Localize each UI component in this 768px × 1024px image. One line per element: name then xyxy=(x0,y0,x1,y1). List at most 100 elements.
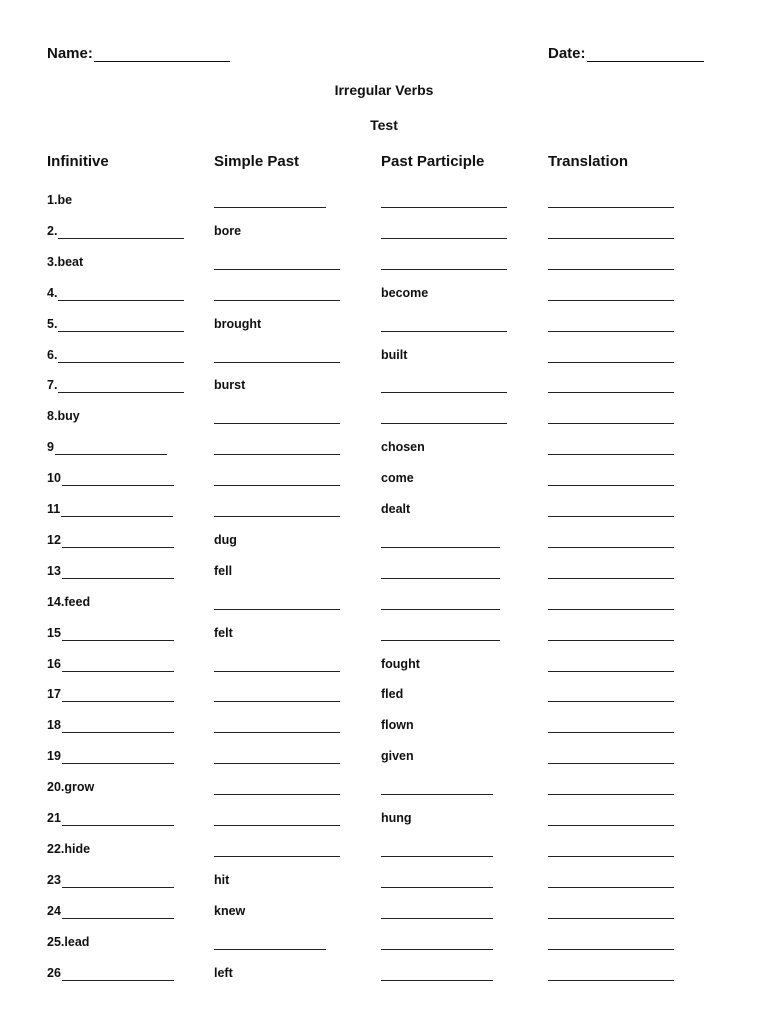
cell-past-participle xyxy=(381,959,493,981)
cell-infinitive: 21 xyxy=(47,804,174,826)
cell-simple-past: brought xyxy=(214,310,261,332)
answer-blank[interactable] xyxy=(381,563,500,579)
answer-blank[interactable] xyxy=(548,748,674,765)
answer-blank[interactable] xyxy=(214,686,340,703)
answer-blank[interactable] xyxy=(381,841,493,857)
cell-infinitive: 26 xyxy=(47,959,174,981)
answer-blank[interactable] xyxy=(61,903,174,919)
answer-blank[interactable] xyxy=(381,223,507,239)
answer-blank[interactable] xyxy=(548,254,674,270)
answer-blank[interactable] xyxy=(214,656,340,672)
answer-blank[interactable] xyxy=(548,934,674,950)
answer-blank[interactable] xyxy=(61,470,174,487)
answer-blank[interactable] xyxy=(548,439,674,456)
answer-blank[interactable] xyxy=(214,810,340,826)
cell-infinitive: 13 xyxy=(47,557,174,579)
name-blank[interactable] xyxy=(93,47,230,62)
answer-blank[interactable] xyxy=(548,532,674,548)
answer-blank[interactable] xyxy=(548,872,674,888)
answer-blank[interactable] xyxy=(381,903,493,919)
answer-blank[interactable] xyxy=(214,934,326,950)
answer-blank[interactable] xyxy=(61,656,174,672)
answer-blank[interactable] xyxy=(381,965,493,981)
answer-blank[interactable] xyxy=(61,748,174,765)
date-blank[interactable] xyxy=(586,47,704,62)
answer-blank[interactable] xyxy=(548,470,674,487)
answer-blank[interactable] xyxy=(381,316,507,332)
answer-blank[interactable] xyxy=(548,656,674,672)
answer-blank[interactable] xyxy=(381,872,493,888)
cell-infinitive: 18 xyxy=(47,711,174,734)
answer-blank[interactable] xyxy=(381,192,507,208)
row-number: 3. xyxy=(47,254,58,269)
cell-translation xyxy=(548,495,674,517)
answer-blank[interactable] xyxy=(58,347,185,363)
answer-blank[interactable] xyxy=(61,563,174,579)
answer-blank[interactable] xyxy=(548,965,674,981)
answer-blank[interactable] xyxy=(548,285,674,301)
answer-blank[interactable] xyxy=(61,717,174,734)
answer-blank[interactable] xyxy=(214,192,326,208)
answer-blank[interactable] xyxy=(548,223,674,239)
answer-blank[interactable] xyxy=(54,439,167,456)
answer-blank[interactable] xyxy=(548,841,674,857)
answer-blank[interactable] xyxy=(548,501,674,517)
answer-blank[interactable] xyxy=(548,717,674,734)
answer-blank[interactable] xyxy=(214,748,340,765)
answer-blank[interactable] xyxy=(214,841,340,857)
answer-blank[interactable] xyxy=(381,594,500,610)
table-row: 9 chosen xyxy=(0,433,768,464)
cell-translation xyxy=(548,248,674,270)
answer-blank[interactable] xyxy=(61,686,174,703)
answer-blank[interactable] xyxy=(58,316,185,332)
answer-blank[interactable] xyxy=(214,594,340,610)
answer-blank[interactable] xyxy=(214,347,340,363)
answer-blank[interactable] xyxy=(381,532,500,548)
answer-blank[interactable] xyxy=(214,439,340,456)
answer-blank[interactable] xyxy=(58,285,185,301)
answer-blank[interactable] xyxy=(61,501,174,517)
answer-blank[interactable] xyxy=(548,408,674,425)
answer-blank[interactable] xyxy=(381,625,500,641)
cell-simple-past xyxy=(214,248,340,270)
answer-blank[interactable] xyxy=(58,223,185,239)
answer-blank[interactable] xyxy=(381,408,507,425)
answer-blank[interactable] xyxy=(214,779,340,796)
answer-blank[interactable] xyxy=(548,347,674,363)
answer-blank[interactable] xyxy=(381,377,507,394)
answer-blank[interactable] xyxy=(548,903,674,919)
answer-blank[interactable] xyxy=(548,625,674,641)
answer-blank[interactable] xyxy=(381,779,493,796)
answer-blank[interactable] xyxy=(548,316,674,332)
answer-blank[interactable] xyxy=(381,934,493,950)
answer-blank[interactable] xyxy=(381,254,507,270)
answer-blank[interactable] xyxy=(61,872,174,888)
answer-blank[interactable] xyxy=(548,563,674,579)
answer-blank[interactable] xyxy=(548,594,674,610)
answer-blank[interactable] xyxy=(548,810,674,826)
answer-blank[interactable] xyxy=(61,810,174,826)
answer-blank[interactable] xyxy=(214,717,340,734)
cell-infinitive: 5. xyxy=(47,310,185,332)
verb-form-infinitive: feed xyxy=(64,594,91,609)
answer-blank[interactable] xyxy=(214,254,340,270)
answer-blank[interactable] xyxy=(58,377,185,394)
answer-blank[interactable] xyxy=(214,501,340,517)
table-row: 14. feed xyxy=(0,588,768,619)
answer-blank[interactable] xyxy=(214,470,340,487)
table-row: 3. beat xyxy=(0,248,768,279)
answer-blank[interactable] xyxy=(548,377,674,394)
cell-simple-past xyxy=(214,402,340,425)
worksheet-subtitle: Test xyxy=(370,117,398,133)
answer-blank[interactable] xyxy=(61,625,174,641)
answer-blank[interactable] xyxy=(61,965,174,981)
answer-blank[interactable] xyxy=(548,192,674,208)
row-number: 25. xyxy=(47,934,65,949)
answer-blank[interactable] xyxy=(548,779,674,796)
answer-blank[interactable] xyxy=(214,285,340,301)
answer-blank[interactable] xyxy=(61,532,174,548)
answer-blank[interactable] xyxy=(548,686,674,703)
answer-blank[interactable] xyxy=(214,408,340,425)
cell-translation xyxy=(548,310,674,332)
table-row: 24 knew xyxy=(0,897,768,928)
